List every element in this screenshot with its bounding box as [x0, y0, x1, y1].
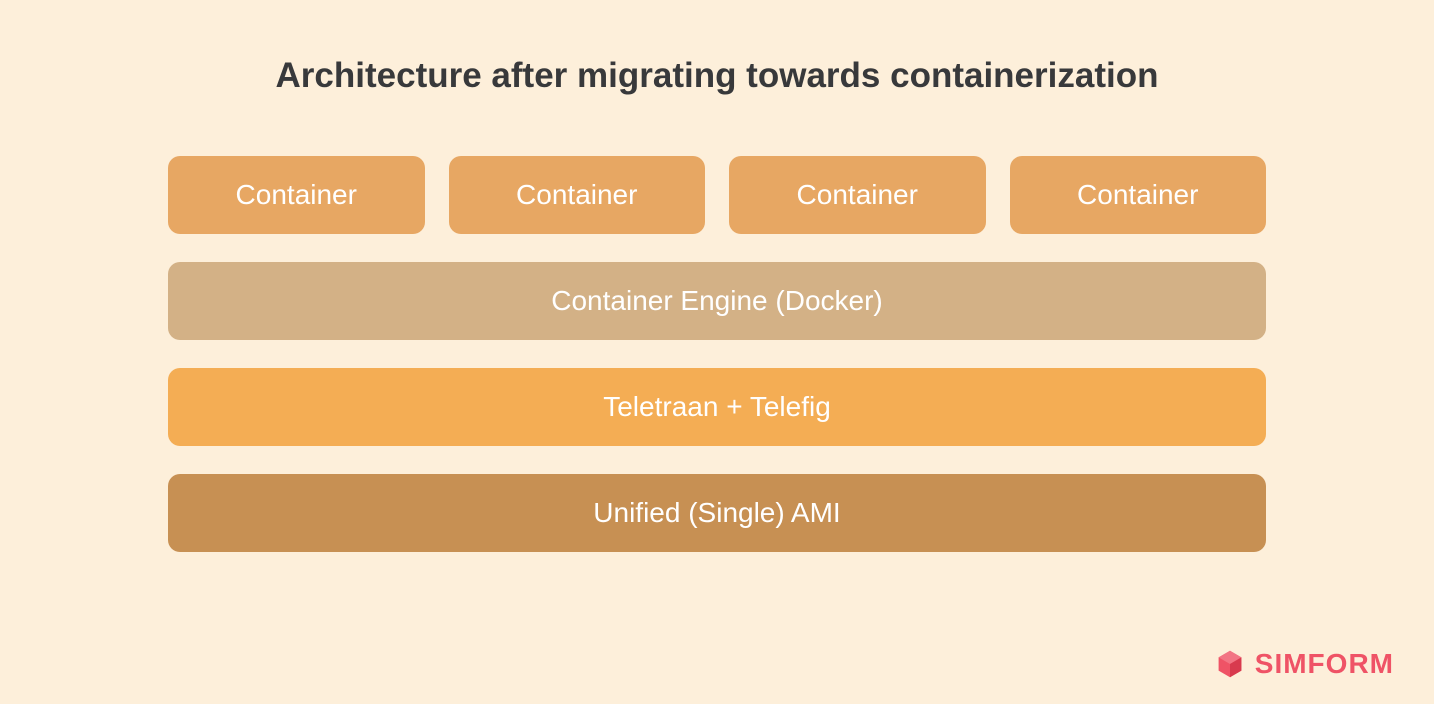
- ami-label: Unified (Single) AMI: [593, 497, 840, 529]
- brand-icon: [1215, 649, 1245, 679]
- brand-logo: SIMFORM: [1215, 648, 1394, 680]
- engine-layer: Container Engine (Docker): [168, 262, 1266, 340]
- container-box-1: Container: [168, 156, 425, 234]
- container-label: Container: [236, 179, 357, 211]
- container-box-4: Container: [1010, 156, 1267, 234]
- container-label: Container: [516, 179, 637, 211]
- diagram-title: Architecture after migrating towards con…: [168, 56, 1266, 96]
- container-box-3: Container: [729, 156, 986, 234]
- containers-row: Container Container Container Container: [168, 156, 1266, 234]
- ami-layer: Unified (Single) AMI: [168, 474, 1266, 552]
- teletraan-layer: Teletraan + Telefig: [168, 368, 1266, 446]
- brand-name: SIMFORM: [1255, 648, 1394, 680]
- container-box-2: Container: [449, 156, 706, 234]
- engine-label: Container Engine (Docker): [551, 285, 883, 317]
- diagram-canvas: Architecture after migrating towards con…: [0, 0, 1434, 552]
- teletraan-label: Teletraan + Telefig: [603, 391, 831, 423]
- container-label: Container: [797, 179, 918, 211]
- container-label: Container: [1077, 179, 1198, 211]
